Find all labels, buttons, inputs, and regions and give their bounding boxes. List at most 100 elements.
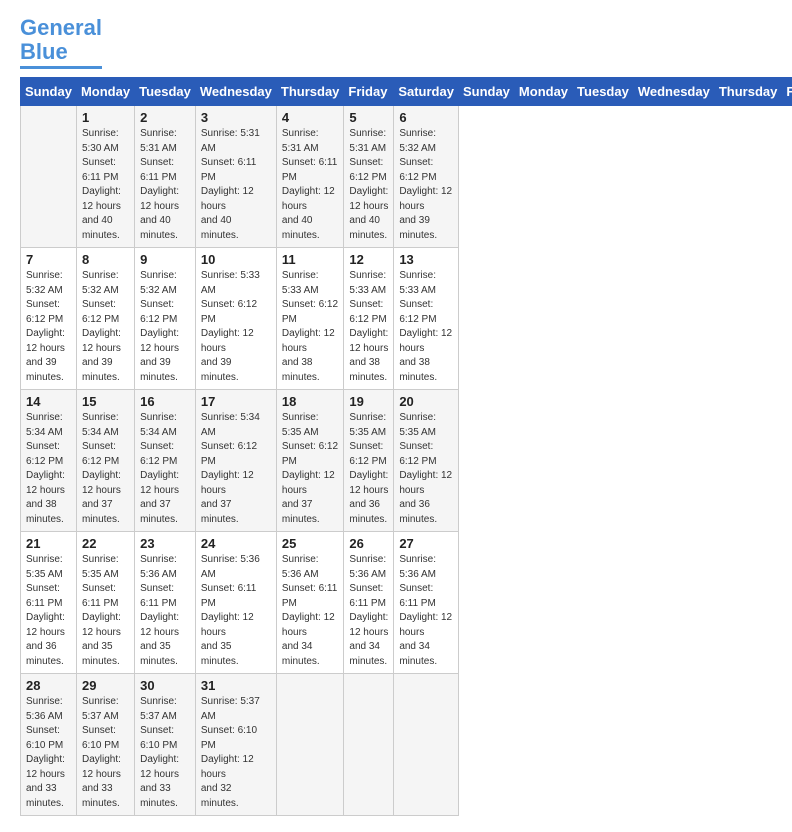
day-info: Sunrise: 5:36 AMSunset: 6:10 PMDaylight:…: [26, 695, 71, 811]
day-number: 27: [399, 536, 453, 551]
day-info: Sunrise: 5:31 AMSunset: 6:11 PMDaylight:…: [282, 127, 339, 243]
day-number: 6: [399, 110, 453, 125]
day-number: 22: [82, 536, 129, 551]
day-number: 29: [82, 678, 129, 693]
day-info: Sunrise: 5:35 AMSunset: 6:11 PMDaylight:…: [82, 553, 129, 669]
day-number: 1: [82, 110, 129, 125]
day-number: 7: [26, 252, 71, 267]
day-info: Sunrise: 5:35 AMSunset: 6:11 PMDaylight:…: [26, 553, 71, 669]
day-info: Sunrise: 5:36 AMSunset: 6:11 PMDaylight:…: [399, 553, 453, 669]
day-of-week-header: Monday: [76, 78, 134, 106]
logo-underline: [20, 66, 102, 69]
day-number: 3: [201, 110, 271, 125]
day-number: 20: [399, 394, 453, 409]
day-info: Sunrise: 5:31 AMSunset: 6:11 PMDaylight:…: [201, 127, 271, 243]
calendar-cell: [394, 674, 459, 816]
day-info: Sunrise: 5:37 AMSunset: 6:10 PMDaylight:…: [140, 695, 190, 811]
calendar-week-row: 1 Sunrise: 5:30 AMSunset: 6:11 PMDaylight…: [21, 106, 792, 248]
day-number: 11: [282, 252, 339, 267]
calendar-cell: 27 Sunrise: 5:36 AMSunset: 6:11 PMDayligh…: [394, 532, 459, 674]
calendar-cell: 15 Sunrise: 5:34 AMSunset: 6:12 PMDayligh…: [76, 390, 134, 532]
calendar-cell: 14 Sunrise: 5:34 AMSunset: 6:12 PMDayligh…: [21, 390, 77, 532]
calendar-cell: 21 Sunrise: 5:35 AMSunset: 6:11 PMDayligh…: [21, 532, 77, 674]
day-of-week-header: Sunday: [458, 78, 514, 106]
calendar-cell: 30 Sunrise: 5:37 AMSunset: 6:10 PMDayligh…: [135, 674, 196, 816]
day-info: Sunrise: 5:34 AMSunset: 6:12 PMDaylight:…: [26, 411, 71, 527]
day-number: 13: [399, 252, 453, 267]
day-number: 25: [282, 536, 339, 551]
day-info: Sunrise: 5:35 AMSunset: 6:12 PMDaylight:…: [349, 411, 388, 527]
day-number: 30: [140, 678, 190, 693]
day-number: 8: [82, 252, 129, 267]
day-number: 15: [82, 394, 129, 409]
calendar-week-row: 14 Sunrise: 5:34 AMSunset: 6:12 PMDayligh…: [21, 390, 792, 532]
calendar-cell: 23Sunrise: 5:36 AMSunset: 6:11 PMDayligh…: [135, 532, 196, 674]
day-info: Sunrise: 5:37 AMSunset: 6:10 PMDaylight:…: [201, 695, 271, 811]
day-info: Sunrise: 5:35 AMSunset: 6:12 PMDaylight:…: [399, 411, 453, 527]
calendar-cell: [344, 674, 394, 816]
day-info: Sunrise: 5:35 AMSunset: 6:12 PMDaylight:…: [282, 411, 339, 527]
day-info: Sunrise: 5:33 AMSunset: 6:12 PMDaylight:…: [399, 269, 453, 385]
calendar-cell: 26 Sunrise: 5:36 AMSunset: 6:11 PMDayligh…: [344, 532, 394, 674]
calendar-cell: [21, 106, 77, 248]
day-info: Sunrise: 5:33 AMSunset: 6:12 PMDaylight:…: [282, 269, 339, 385]
day-number: 31: [201, 678, 271, 693]
calendar-table: SundayMondayTuesdayWednesdayThursdayFrid…: [20, 77, 792, 816]
day-number: 12: [349, 252, 388, 267]
day-number: 21: [26, 536, 71, 551]
day-number: 28: [26, 678, 71, 693]
day-of-week-header: Sunday: [21, 78, 77, 106]
calendar-cell: 22 Sunrise: 5:35 AMSunset: 6:11 PMDayligh…: [76, 532, 134, 674]
calendar-cell: 25 Sunrise: 5:36 AMSunset: 6:11 PMDayligh…: [276, 532, 344, 674]
day-number: 23: [140, 536, 190, 551]
day-info: Sunrise: 5:36 AMSunset: 6:11 PMDaylight:…: [349, 553, 388, 669]
day-info: Sunrise: 5:32 AMSunset: 6:12 PMDaylight:…: [26, 269, 71, 385]
calendar-cell: 17 Sunrise: 5:34 AMSunset: 6:12 PMDayligh…: [195, 390, 276, 532]
calendar-cell: 9Sunrise: 5:32 AMSunset: 6:12 PMDaylight…: [135, 248, 196, 390]
day-info: Sunrise: 5:37 AMSunset: 6:10 PMDaylight:…: [82, 695, 129, 811]
calendar-cell: 8Sunrise: 5:32 AMSunset: 6:12 PMDaylight…: [76, 248, 134, 390]
calendar-week-row: 7 Sunrise: 5:32 AMSunset: 6:12 PMDaylight…: [21, 248, 792, 390]
calendar-cell: 24 Sunrise: 5:36 AMSunset: 6:11 PMDayligh…: [195, 532, 276, 674]
day-of-week-header: Wednesday: [633, 78, 714, 106]
day-number: 4: [282, 110, 339, 125]
logo-general: General: [20, 15, 102, 40]
day-of-week-header: Thursday: [276, 78, 344, 106]
day-of-week-header: Friday: [782, 78, 792, 106]
day-number: 14: [26, 394, 71, 409]
day-of-week-header: Tuesday: [135, 78, 196, 106]
day-number: 17: [201, 394, 271, 409]
calendar-cell: 1 Sunrise: 5:30 AMSunset: 6:11 PMDaylight…: [76, 106, 134, 248]
day-info: Sunrise: 5:34 AMSunset: 6:12 PMDaylight:…: [140, 411, 190, 527]
calendar-week-row: 28 Sunrise: 5:36 AMSunset: 6:10 PMDayligh…: [21, 674, 792, 816]
day-number: 19: [349, 394, 388, 409]
calendar-cell: 12 Sunrise: 5:33 AMSunset: 6:12 PMDayligh…: [344, 248, 394, 390]
day-info: Sunrise: 5:33 AMSunset: 6:12 PMDaylight:…: [201, 269, 271, 385]
logo: General Blue: [20, 16, 102, 69]
day-info: Sunrise: 5:34 AMSunset: 6:12 PMDaylight:…: [201, 411, 271, 527]
day-info: Sunrise: 5:36 AMSunset: 6:11 PMDaylight:…: [282, 553, 339, 669]
logo-blue: Blue: [20, 39, 68, 64]
day-number: 24: [201, 536, 271, 551]
day-number: 5: [349, 110, 388, 125]
calendar-cell: 18Sunrise: 5:35 AMSunset: 6:12 PMDayligh…: [276, 390, 344, 532]
day-info: Sunrise: 5:31 AMSunset: 6:11 PMDaylight:…: [140, 127, 190, 243]
day-info: Sunrise: 5:36 AMSunset: 6:11 PMDaylight:…: [201, 553, 271, 669]
day-info: Sunrise: 5:30 AMSunset: 6:11 PMDaylight:…: [82, 127, 129, 243]
calendar-cell: 31 Sunrise: 5:37 AMSunset: 6:10 PMDayligh…: [195, 674, 276, 816]
calendar-cell: 13 Sunrise: 5:33 AMSunset: 6:12 PMDayligh…: [394, 248, 459, 390]
day-info: Sunrise: 5:33 AMSunset: 6:12 PMDaylight:…: [349, 269, 388, 385]
day-of-week-header: Friday: [344, 78, 394, 106]
calendar-cell: 6 Sunrise: 5:32 AMSunset: 6:12 PMDaylight…: [394, 106, 459, 248]
calendar-cell: 11 Sunrise: 5:33 AMSunset: 6:12 PMDayligh…: [276, 248, 344, 390]
day-number: 2: [140, 110, 190, 125]
day-of-week-header: Tuesday: [573, 78, 634, 106]
calendar-cell: 29 Sunrise: 5:37 AMSunset: 6:10 PMDayligh…: [76, 674, 134, 816]
day-info: Sunrise: 5:32 AMSunset: 6:12 PMDaylight:…: [399, 127, 453, 243]
calendar-cell: [276, 674, 344, 816]
calendar-cell: 19 Sunrise: 5:35 AMSunset: 6:12 PMDayligh…: [344, 390, 394, 532]
day-of-week-header: Monday: [514, 78, 572, 106]
day-info: Sunrise: 5:34 AMSunset: 6:12 PMDaylight:…: [82, 411, 129, 527]
day-number: 26: [349, 536, 388, 551]
calendar-cell: 28 Sunrise: 5:36 AMSunset: 6:10 PMDayligh…: [21, 674, 77, 816]
